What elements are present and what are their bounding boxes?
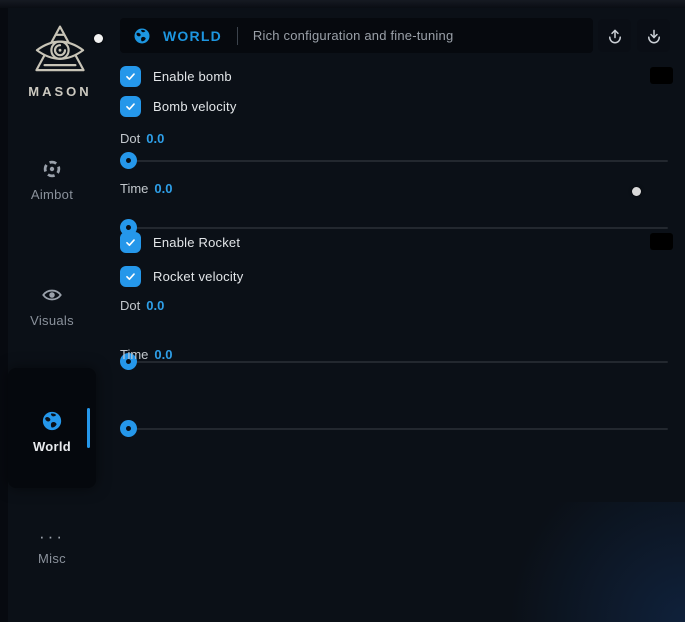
checkbox-row-enable-bomb: Enable bomb — [120, 66, 670, 87]
slider-track[interactable] — [120, 160, 668, 162]
slider-label: Time — [120, 181, 148, 196]
page-header: WORLD Rich configuration and fine-tuning — [120, 18, 593, 53]
page-title: WORLD — [163, 28, 222, 44]
active-tab-indicator — [87, 408, 90, 448]
rocket-velocity-checkbox[interactable] — [120, 266, 141, 287]
sidebar-item-label: Aimbot — [31, 187, 73, 202]
sidebar: MASON Aimbot Visuals — [8, 8, 112, 622]
sidebar-item-misc[interactable]: ··· Misc — [8, 532, 96, 568]
check-icon — [124, 236, 137, 249]
checkbox-label: Enable bomb — [153, 69, 232, 84]
slider-label-row: Time 0.0 — [120, 181, 670, 197]
header-divider — [237, 27, 238, 45]
sidebar-item-visuals[interactable]: Visuals — [8, 284, 96, 330]
checkbox-label: Bomb velocity — [153, 99, 237, 114]
slider-label-row: Dot 0.0 — [120, 131, 670, 147]
brand-name: MASON — [8, 84, 112, 99]
sidebar-item-aimbot[interactable]: Aimbot — [8, 158, 96, 204]
bomb-color-swatch[interactable] — [650, 67, 673, 84]
slider-label: Dot — [120, 131, 140, 146]
cheat-menu-window: MASON Aimbot Visuals — [8, 8, 685, 622]
upload-icon — [606, 27, 624, 45]
bomb-dot-slider[interactable] — [120, 152, 670, 169]
crosshair-icon — [41, 158, 63, 180]
enable-bomb-checkbox[interactable] — [120, 66, 141, 87]
upload-config-button[interactable] — [598, 19, 631, 52]
cursor-dot — [632, 187, 641, 196]
cursor-dot — [94, 34, 103, 43]
globe-icon — [41, 410, 63, 432]
bomb-velocity-checkbox[interactable] — [120, 96, 141, 117]
check-icon — [124, 270, 137, 283]
rocket-color-swatch[interactable] — [650, 233, 673, 250]
page-subtitle: Rich configuration and fine-tuning — [253, 28, 453, 43]
slider-track[interactable] — [120, 428, 668, 430]
slider-value: 0.0 — [154, 181, 172, 196]
slider-thumb[interactable] — [120, 420, 137, 437]
sidebar-item-label: Misc — [38, 551, 66, 566]
enable-rocket-checkbox[interactable] — [120, 232, 141, 253]
checkbox-row-bomb-velocity: Bomb velocity — [120, 96, 670, 117]
app-root: MASON Aimbot Visuals — [0, 0, 685, 622]
check-icon — [124, 70, 137, 83]
slider-label-row: Dot 0.0 — [120, 298, 670, 314]
slider-value: 0.0 — [146, 131, 164, 146]
ellipsis-icon: ··· — [8, 532, 96, 542]
checkbox-row-rocket-velocity: Rocket velocity — [120, 266, 670, 287]
checkbox-label: Rocket velocity — [153, 269, 243, 284]
slider-thumb[interactable] — [120, 152, 137, 169]
download-config-button[interactable] — [637, 19, 670, 52]
sidebar-item-label: Visuals — [30, 313, 74, 328]
eye-icon — [41, 284, 63, 306]
globe-icon — [133, 27, 151, 45]
checkbox-label: Enable Rocket — [153, 235, 240, 250]
slider-value: 0.0 — [146, 298, 164, 313]
slider-label-row: Time 0.0 — [120, 347, 670, 363]
download-icon — [645, 27, 663, 45]
slider-track[interactable] — [120, 227, 668, 229]
checkbox-row-enable-rocket: Enable Rocket — [120, 232, 670, 253]
sidebar-item-label: World — [33, 439, 71, 454]
eye-pyramid-icon — [31, 23, 89, 81]
slider-value: 0.0 — [154, 347, 172, 362]
slider-label: Dot — [120, 298, 140, 313]
rocket-time-slider[interactable] — [120, 420, 670, 437]
sidebar-item-world[interactable]: World — [8, 368, 96, 488]
check-icon — [124, 100, 137, 113]
slider-label: Time — [120, 347, 148, 362]
